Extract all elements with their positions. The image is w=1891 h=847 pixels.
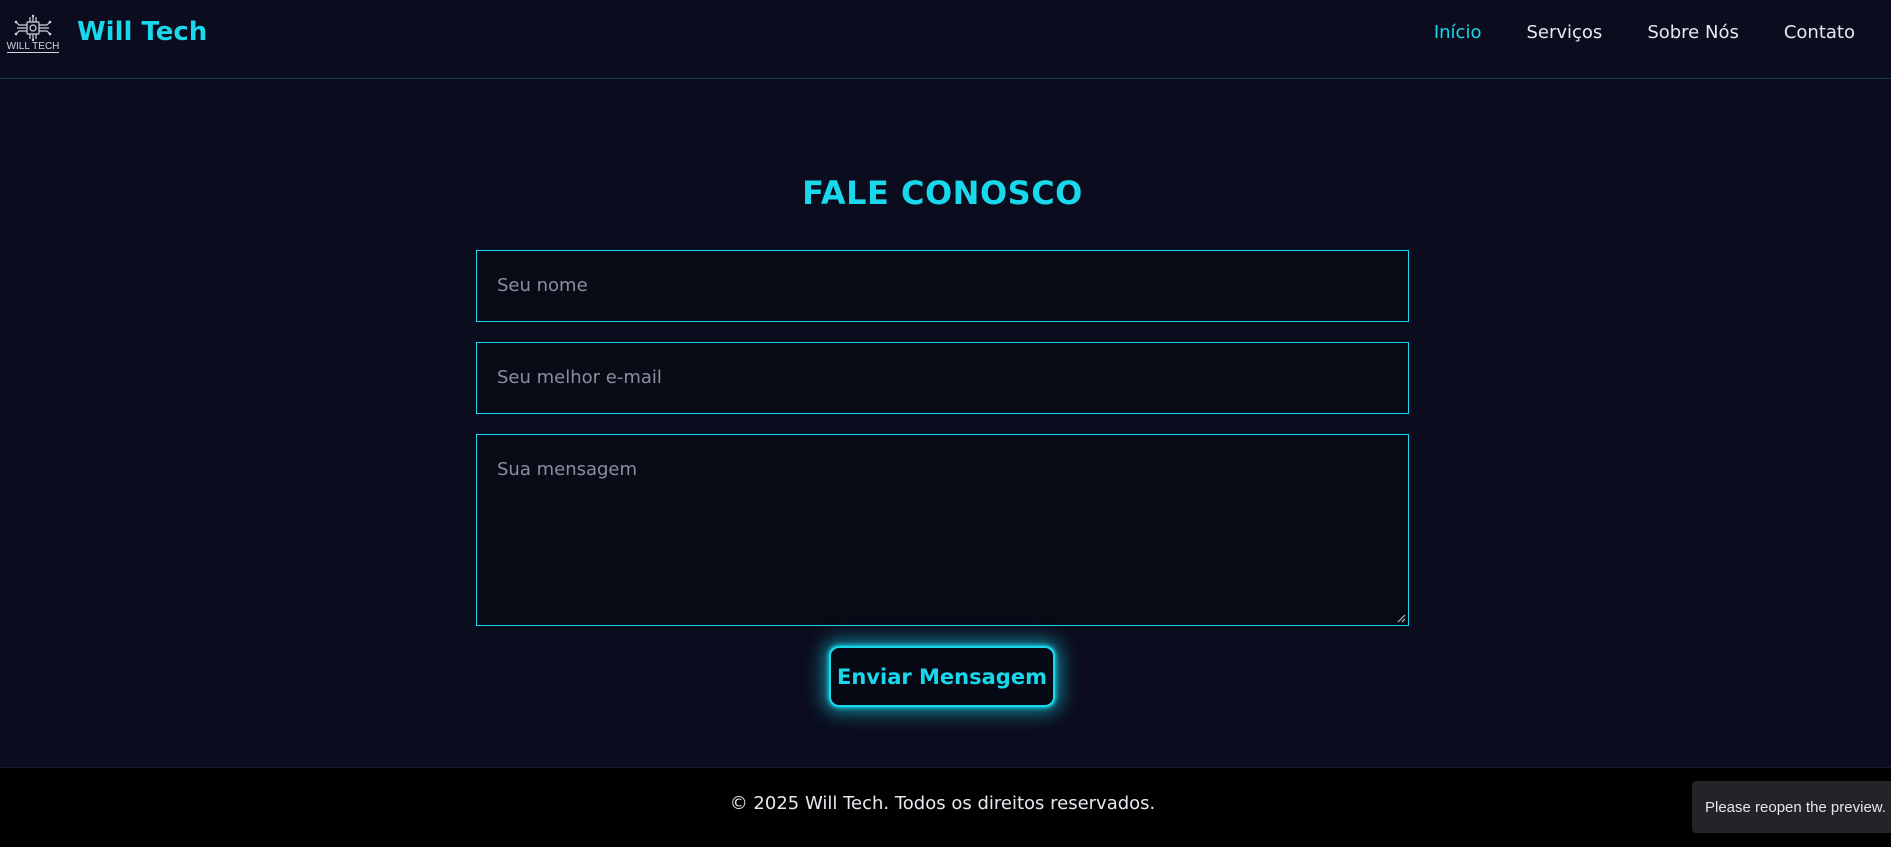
nav-link-sobre-nos[interactable]: Sobre Nós <box>1647 22 1739 43</box>
main-nav: Início Serviços Sobre Nós Contato <box>1434 22 1855 43</box>
copyright-text: © 2025 Will Tech. Todos os direitos rese… <box>729 793 1156 814</box>
nav-link-contato[interactable]: Contato <box>1784 22 1855 43</box>
resize-grip-icon[interactable] <box>1397 614 1406 623</box>
message-placeholder: Sua mensagem <box>497 459 638 480</box>
logo-text: WILL TECH <box>6 41 60 53</box>
brand-name[interactable]: Will Tech <box>77 17 207 47</box>
nav-link-servicos[interactable]: Serviços <box>1526 22 1602 43</box>
nav-link-inicio[interactable]: Início <box>1434 22 1482 43</box>
send-message-button[interactable]: Enviar Mensagem <box>829 646 1055 707</box>
name-placeholder: Seu nome <box>497 275 588 296</box>
name-input[interactable]: Seu nome <box>476 250 1409 322</box>
circuit-chip-icon <box>14 14 52 42</box>
logo[interactable]: WILL TECH <box>6 14 60 56</box>
message-textarea[interactable]: Sua mensagem <box>476 434 1409 626</box>
email-input[interactable]: Seu melhor e-mail <box>476 342 1409 414</box>
site-footer: © 2025 Will Tech. Todos os direitos rese… <box>0 767 1891 847</box>
preview-toast: Please reopen the preview. <box>1692 781 1891 833</box>
email-placeholder: Seu melhor e-mail <box>497 367 662 388</box>
contact-title: FALE CONOSCO <box>802 174 1083 212</box>
site-header: WILL TECH Will Tech Início Serviços Sobr… <box>0 0 1891 79</box>
